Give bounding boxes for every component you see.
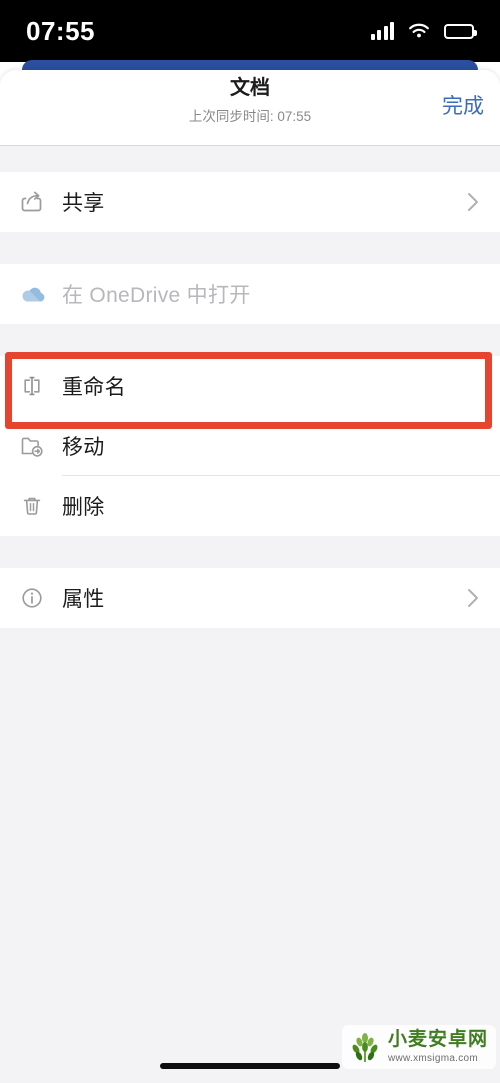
list-empty-area: [0, 628, 500, 1048]
last-sync-text: 上次同步时间: 07:55: [188, 109, 312, 124]
list-item-label: 重命名: [62, 376, 126, 399]
list-group-onedrive: 在 OneDrive 中打开: [0, 264, 500, 324]
done-button[interactable]: 完成: [442, 90, 484, 120]
list-group-properties: 属性: [0, 568, 500, 628]
list-gap: [0, 232, 500, 264]
list-item-share[interactable]: 共享: [0, 172, 500, 232]
watermark: 小麦安卓网 www.xmsigma.com: [341, 1025, 496, 1069]
list-item-label: 共享: [62, 192, 105, 215]
phone-screen: 07:55 文档 上次同步时间: 07:55 完成 共享 在 OneDrive …: [0, 0, 500, 1083]
signal-bars-icon: [370, 22, 394, 40]
status-bar: 07:55: [0, 0, 500, 62]
trash-icon: [18, 492, 62, 520]
wheat-logo-icon: [348, 1030, 382, 1064]
list-gap: [0, 536, 500, 568]
options-list: 共享 在 OneDrive 中打开 重命名 移动 删除 属性: [0, 146, 500, 1083]
battery-icon: [444, 23, 477, 39]
list-group-share: 共享: [0, 172, 500, 232]
watermark-site-name: 小麦安卓网: [387, 1029, 488, 1051]
home-indicator[interactable]: [160, 1063, 340, 1069]
list-item-label: 属性: [62, 588, 105, 611]
status-bar-indicators: [370, 22, 477, 40]
rename-icon: [18, 372, 62, 400]
list-item-open-in-onedrive[interactable]: 在 OneDrive 中打开: [0, 264, 500, 324]
list-item-move[interactable]: 移动: [0, 416, 500, 476]
list-gap: [0, 146, 500, 172]
watermark-url: www.xmsigma.com: [387, 1052, 479, 1064]
list-group-file-actions: 重命名 移动 删除: [0, 356, 500, 536]
list-item-properties[interactable]: 属性: [0, 568, 500, 628]
cloud-icon: [18, 283, 62, 305]
share-icon: [18, 188, 62, 216]
list-item-label: 移动: [62, 436, 105, 459]
status-bar-clock: 07:55: [26, 15, 95, 46]
list-item-label: 在 OneDrive 中打开: [62, 284, 251, 307]
info-icon: [18, 584, 62, 612]
chevron-right-icon: [462, 587, 484, 609]
sheet-title-block: 文档 上次同步时间: 07:55: [0, 76, 500, 125]
watermark-text: 小麦安卓网 www.xmsigma.com: [387, 1029, 488, 1064]
chevron-right-icon: [462, 191, 484, 213]
move-folder-icon: [18, 432, 62, 460]
list-item-delete[interactable]: 删除: [0, 476, 500, 536]
page-title: 文档: [230, 77, 270, 99]
list-item-rename[interactable]: 重命名: [0, 356, 500, 416]
list-gap: [0, 324, 500, 356]
list-item-label: 删除: [62, 496, 105, 519]
wifi-icon: [407, 22, 431, 40]
